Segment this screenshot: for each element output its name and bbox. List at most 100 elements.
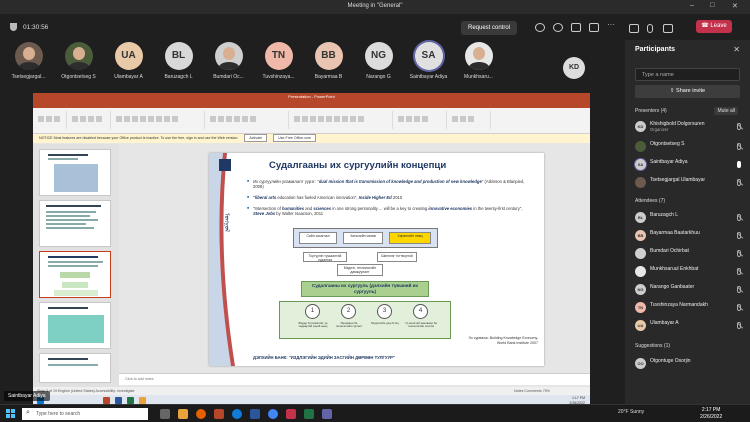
- minimize-icon[interactable]: –: [690, 2, 694, 9]
- participant-tile[interactable]: TN Tuvshinzaya...: [256, 40, 301, 80]
- avatar: SA: [635, 159, 646, 170]
- panel-title: Participants: [635, 46, 676, 53]
- attendees-section[interactable]: Attendees (7): [635, 198, 665, 204]
- participant-tile[interactable]: BB Bayarmaa B: [306, 40, 351, 80]
- participant-row[interactable]: Bumdari Ochirbat: [635, 247, 745, 261]
- participant-tile[interactable]: UA Ulambayar A: [106, 40, 151, 80]
- taskbar-search-input[interactable]: Type here to search: [22, 408, 148, 420]
- participant-name: Otgontsetseg S: [650, 141, 685, 147]
- app-icon[interactable]: [286, 409, 296, 419]
- participant-tile[interactable]: BL Baruzagch L: [156, 40, 201, 80]
- rooms-icon[interactable]: [589, 23, 599, 32]
- meeting-timer: 01:30:56: [10, 23, 48, 31]
- participant-row[interactable]: SA Saintbayar Adiya: [635, 158, 745, 172]
- pillar-number: 4: [413, 304, 428, 319]
- taskbar-clock[interactable]: 2:17 PM 2/26/2022: [700, 407, 722, 420]
- task-view-icon[interactable]: [160, 409, 170, 419]
- ribbon-group[interactable]: [115, 111, 205, 129]
- participant-tile[interactable]: SA Saintbayar Adiya: [406, 40, 451, 80]
- participant-row[interactable]: Otgontsetseg S: [635, 140, 745, 154]
- leave-button[interactable]: ☎ Leave: [696, 20, 732, 33]
- close-icon[interactable]: ✕: [732, 2, 738, 10]
- share-invite-button[interactable]: ⇪ Share invite: [635, 85, 740, 98]
- participant-name: Bayarmaa Baatarkhuu: [650, 230, 700, 236]
- meeting-header: 01:30:56 Request control ···: [0, 14, 625, 42]
- weather-widget[interactable]: 20°F Sunny: [618, 409, 644, 415]
- participant-name: Narango Ganbaater: [650, 284, 695, 290]
- mic-icon[interactable]: [647, 24, 653, 33]
- participant-search-input[interactable]: Type a name: [635, 68, 740, 81]
- participant-row[interactable]: BL Baruzagch L: [635, 211, 745, 225]
- participant-row[interactable]: NG Narango Ganbaater: [635, 283, 745, 297]
- request-control-button[interactable]: Request control: [461, 21, 517, 35]
- participant-tile[interactable]: Otgontsetseg S: [56, 40, 101, 80]
- ribbon-group[interactable]: [397, 111, 447, 129]
- presenters-section[interactable]: Presenters (4): [635, 108, 667, 114]
- powerpoint-icon[interactable]: [214, 409, 224, 419]
- participant-tile[interactable]: Tsetsegjargal...: [6, 40, 51, 80]
- participant-name: Tuvshinzaya Narmandakh: [650, 302, 708, 308]
- activate-button[interactable]: Activate: [244, 134, 268, 142]
- avatar: [64, 42, 93, 70]
- slide-thumbnail[interactable]: [39, 149, 111, 196]
- avatar-kd[interactable]: KD: [563, 57, 585, 79]
- ribbon-group[interactable]: [293, 111, 393, 129]
- reactions-icon[interactable]: [571, 23, 581, 32]
- people-icon[interactable]: [535, 23, 545, 32]
- word-icon[interactable]: [250, 409, 260, 419]
- avatar: [635, 177, 646, 188]
- diagram-box: Сайн засаглал: [299, 232, 337, 244]
- slide-thumbnail[interactable]: [39, 302, 111, 349]
- avatar: [464, 42, 493, 70]
- slide-source: Эх сурвалж: Building Knowledge Economy, …: [468, 336, 538, 345]
- participant-tile[interactable]: Bumdari Oc...: [206, 40, 251, 80]
- ppt-ribbon: [33, 108, 590, 134]
- participant-row[interactable]: Munkhsaruul Enkhbat: [635, 265, 745, 279]
- word-icon: [115, 397, 122, 404]
- avatar: OO: [635, 358, 646, 369]
- more-icon[interactable]: ···: [607, 20, 617, 29]
- notes-pane[interactable]: Click to add notes: [119, 373, 590, 385]
- slide-canvas[interactable]: ᠮᠣᠩᠭᠣᠯ Судалгааны их сургуулийн концепци…: [209, 153, 544, 366]
- mute-all-button[interactable]: Mute all: [714, 107, 738, 115]
- notice-text: NOTICE Most features are disabled becaus…: [39, 136, 239, 140]
- ribbon-group[interactable]: [71, 111, 111, 129]
- participant-row[interactable]: UA Ulambayar A: [635, 319, 745, 333]
- teams-icon[interactable]: [322, 409, 332, 419]
- chat-icon[interactable]: [553, 23, 563, 32]
- status-left: Slide 3 of 19 English (United States) Ac…: [37, 389, 135, 393]
- slide-footer: ДЭЛХИЙН БАНК: "ИЗДЛЭГИЙН ЭДИЙН ЗАСГИЙН Д…: [253, 355, 395, 360]
- status-right: Notes Comments 75%: [514, 389, 550, 393]
- maximize-icon[interactable]: □: [710, 2, 714, 9]
- participant-row[interactable]: KD Khishigbold Dolgorsuren Organizer: [635, 120, 745, 134]
- participant-name: Saintbayar Adiya: [650, 159, 688, 165]
- participant-row[interactable]: Tsetsegjargal Ulambayar: [635, 176, 745, 190]
- chrome-icon[interactable]: [268, 409, 278, 419]
- ribbon-group[interactable]: [209, 111, 289, 129]
- participant-row[interactable]: TN Tuvshinzaya Narmandakh: [635, 301, 745, 315]
- share-screen-icon[interactable]: [663, 24, 673, 33]
- firefox-icon[interactable]: [196, 409, 206, 419]
- avatar: BL: [635, 212, 646, 223]
- windows-taskbar: Type here to search 20°F Sunny 2:17 PM2/…: [0, 404, 750, 422]
- file-explorer-icon[interactable]: [178, 409, 188, 419]
- participant-tile[interactable]: NG Narango G: [356, 40, 401, 80]
- ribbon-group[interactable]: [451, 111, 491, 129]
- edge-icon[interactable]: [232, 409, 242, 419]
- windows-start-icon[interactable]: [6, 409, 15, 418]
- slide-title: Судалгааны их сургуулийн концепци: [269, 160, 447, 171]
- camera-icon[interactable]: [629, 24, 639, 33]
- participant-tile[interactable]: Munkhsaru...: [456, 40, 501, 80]
- participant-row[interactable]: BB Bayarmaa Baatarkhuu: [635, 229, 745, 243]
- ppt-notice-bar: NOTICE Most features are disabled becaus…: [33, 134, 590, 143]
- suggestions-section[interactable]: Suggestions (1): [635, 343, 670, 349]
- slide-thumbnail-selected[interactable]: [39, 251, 111, 298]
- excel-icon[interactable]: [304, 409, 314, 419]
- participant-name: Bayarmaa B: [314, 74, 343, 80]
- ribbon-group[interactable]: [37, 111, 67, 129]
- use-free-button[interactable]: Use Free Office.com: [273, 134, 317, 142]
- suggestion-row[interactable]: OO Otgontuge Osorjin: [635, 357, 745, 371]
- slide-thumbnail[interactable]: [39, 353, 111, 383]
- close-panel-icon[interactable]: ✕: [733, 45, 740, 54]
- slide-thumbnail[interactable]: [39, 200, 111, 247]
